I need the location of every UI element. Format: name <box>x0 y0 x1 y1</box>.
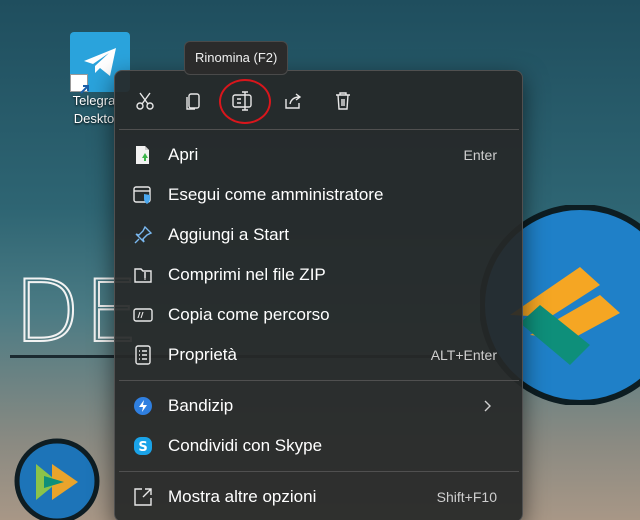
rename-tooltip: Rinomina (F2) <box>184 41 289 75</box>
pin-icon <box>133 225 153 245</box>
menu-separator-2 <box>119 471 519 472</box>
copy-icon <box>186 93 200 110</box>
menu-item-proprieta[interactable]: Proprietà ALT+Enter <box>119 337 519 373</box>
menu-item-bandizip[interactable]: Bandizip <box>119 388 519 424</box>
context-menu: Apri Enter Esegui come amministratore Ag… <box>114 70 523 520</box>
menu-item-label: Bandizip <box>168 396 234 415</box>
menu-separator <box>119 380 519 381</box>
admin-shield-icon <box>133 185 153 205</box>
menu-item-copia-percorso[interactable]: Copia come percorso <box>119 297 519 333</box>
more-options-icon <box>133 487 153 507</box>
scissors-icon <box>136 92 154 110</box>
chevron-right-icon <box>484 400 491 412</box>
wallpaper-small-logo-icon <box>14 438 100 520</box>
zip-folder-icon <box>133 265 153 285</box>
menu-item-apri[interactable]: Apri Enter <box>119 137 519 173</box>
copy-path-icon <box>133 305 153 325</box>
share-button[interactable] <box>277 85 309 117</box>
delete-button[interactable] <box>327 85 359 117</box>
skype-icon: S <box>133 436 153 456</box>
open-file-icon <box>133 145 153 165</box>
properties-icon <box>133 345 153 365</box>
menu-item-shortcut: Enter <box>463 147 497 163</box>
shortcut-arrow-icon <box>70 74 89 94</box>
trash-icon <box>336 92 350 110</box>
rename-button[interactable] <box>227 85 259 117</box>
menu-item-shortcut: Shift+F10 <box>436 489 497 505</box>
menu-item-esegui-amministratore[interactable]: Esegui come amministratore <box>119 177 519 213</box>
svg-text:S: S <box>138 440 147 455</box>
menu-item-condividi-skype[interactable]: S Condividi con Skype <box>119 428 519 464</box>
bandizip-icon <box>133 396 153 416</box>
menu-item-label: Comprimi nel file ZIP <box>168 265 326 284</box>
menu-item-label: Proprietà <box>168 345 237 364</box>
copy-button[interactable] <box>177 85 209 117</box>
menu-item-label: Mostra altre opzioni <box>168 487 317 506</box>
menu-item-comprimi-zip[interactable]: Comprimi nel file ZIP <box>119 257 519 293</box>
menu-item-label: Copia come percorso <box>168 305 330 324</box>
menu-item-mostra-altre-opzioni[interactable]: Mostra altre opzioni Shift+F10 <box>119 479 519 515</box>
share-icon <box>285 93 302 109</box>
menu-item-label: Aggiungi a Start <box>168 225 289 244</box>
rename-icon <box>232 91 252 111</box>
context-menu-toolbar <box>115 71 522 131</box>
menu-item-shortcut: ALT+Enter <box>430 347 497 363</box>
menu-item-label: Esegui come amministratore <box>168 185 384 204</box>
cut-button[interactable] <box>129 85 161 117</box>
menu-item-label: Apri <box>168 145 199 164</box>
toolbar-separator <box>119 129 519 130</box>
menu-item-label: Condividi con Skype <box>168 436 323 455</box>
menu-item-aggiungi-start[interactable]: Aggiungi a Start <box>119 217 519 253</box>
